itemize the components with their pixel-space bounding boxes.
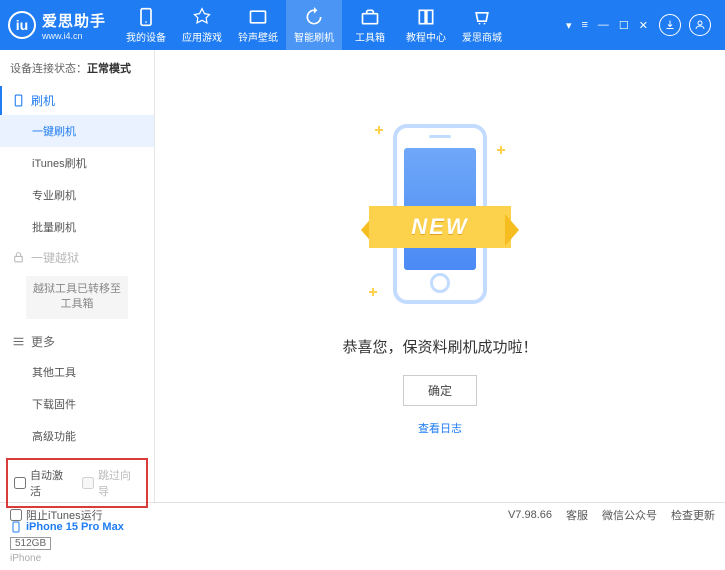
maximize-icon[interactable]: ☐	[616, 19, 632, 32]
nav-apps-games[interactable]: 应用游戏	[174, 0, 230, 50]
cart-icon	[472, 7, 492, 27]
success-illustration: NEW	[375, 116, 505, 316]
sidebar-item-advanced[interactable]: 高级功能	[0, 420, 154, 452]
jailbreak-note: 越狱工具已转移至 工具箱	[26, 276, 128, 319]
device-type: iPhone	[10, 553, 144, 564]
version-label: V7.98.66	[508, 509, 552, 521]
storage-badge: 512GB	[10, 537, 51, 550]
view-log-link[interactable]: 查看日志	[418, 420, 462, 436]
checkbox-auto-activate[interactable]: 自动激活	[14, 467, 72, 499]
close-icon[interactable]: ✕	[636, 19, 651, 32]
section-flash[interactable]: 刷机	[0, 86, 154, 115]
app-title: 爱思助手	[42, 10, 106, 31]
footer-wechat[interactable]: 微信公众号	[602, 507, 657, 523]
sidebar-item-download[interactable]: 下载固件	[0, 388, 154, 420]
nav-ring-wallpaper[interactable]: 铃声壁纸	[230, 0, 286, 50]
success-message: 恭喜您，保资料刷机成功啦！	[342, 336, 537, 357]
nav-tutorial[interactable]: 教程中心	[398, 0, 454, 50]
user-button[interactable]	[689, 14, 711, 36]
options-highlight-box: 自动激活 跳过向导	[6, 458, 148, 508]
sidebar-item-other[interactable]: 其他工具	[0, 356, 154, 388]
user-icon	[694, 19, 706, 31]
refresh-icon	[304, 7, 324, 27]
nav-toolbox[interactable]: 工具箱	[342, 0, 398, 50]
footer-service[interactable]: 客服	[566, 507, 588, 523]
minimize-icon[interactable]: —	[595, 19, 612, 32]
sidebar: 设备连接状态：正常模式 刷机 一键刷机 iTunes刷机 专业刷机 批量刷机 一…	[0, 50, 155, 502]
nav-smart-flash[interactable]: 智能刷机	[286, 0, 342, 50]
book-icon	[416, 7, 436, 27]
section-jailbreak: 一键越狱	[0, 243, 154, 272]
sidebar-item-oneclick[interactable]: 一键刷机	[0, 115, 154, 147]
phone-icon	[136, 7, 156, 27]
dropdown-icon[interactable]: ▾	[563, 19, 575, 32]
logo-icon: iu	[8, 11, 36, 39]
main-content: NEW 恭喜您，保资料刷机成功啦！ 确定 查看日志	[155, 50, 725, 502]
ok-button[interactable]: 确定	[403, 375, 477, 406]
footer-update[interactable]: 检查更新	[671, 507, 715, 523]
app-logo: iu 爱思助手 www.i4.cn	[8, 10, 106, 41]
app-icon	[192, 7, 212, 27]
connection-status: 设备连接状态：正常模式	[0, 50, 154, 86]
lock-icon	[12, 251, 25, 264]
nav-my-device[interactable]: 我的设备	[118, 0, 174, 50]
menu-icon[interactable]: ≡	[578, 19, 590, 32]
more-icon	[12, 335, 25, 348]
checkbox-skip-guide: 跳过向导	[82, 467, 140, 499]
section-more[interactable]: 更多	[0, 327, 154, 356]
app-url: www.i4.cn	[42, 31, 106, 41]
flash-icon	[12, 94, 25, 107]
checkbox-block-itunes[interactable]: 阻止iTunes运行	[10, 507, 103, 523]
sidebar-item-pro[interactable]: 专业刷机	[0, 179, 154, 211]
sidebar-item-itunes[interactable]: iTunes刷机	[0, 147, 154, 179]
sidebar-item-batch[interactable]: 批量刷机	[0, 211, 154, 243]
nav-store[interactable]: 爱思商城	[454, 0, 510, 50]
image-icon	[248, 7, 268, 27]
download-icon	[664, 19, 676, 31]
toolbox-icon	[360, 7, 380, 27]
new-ribbon: NEW	[369, 206, 511, 248]
download-button[interactable]	[659, 14, 681, 36]
